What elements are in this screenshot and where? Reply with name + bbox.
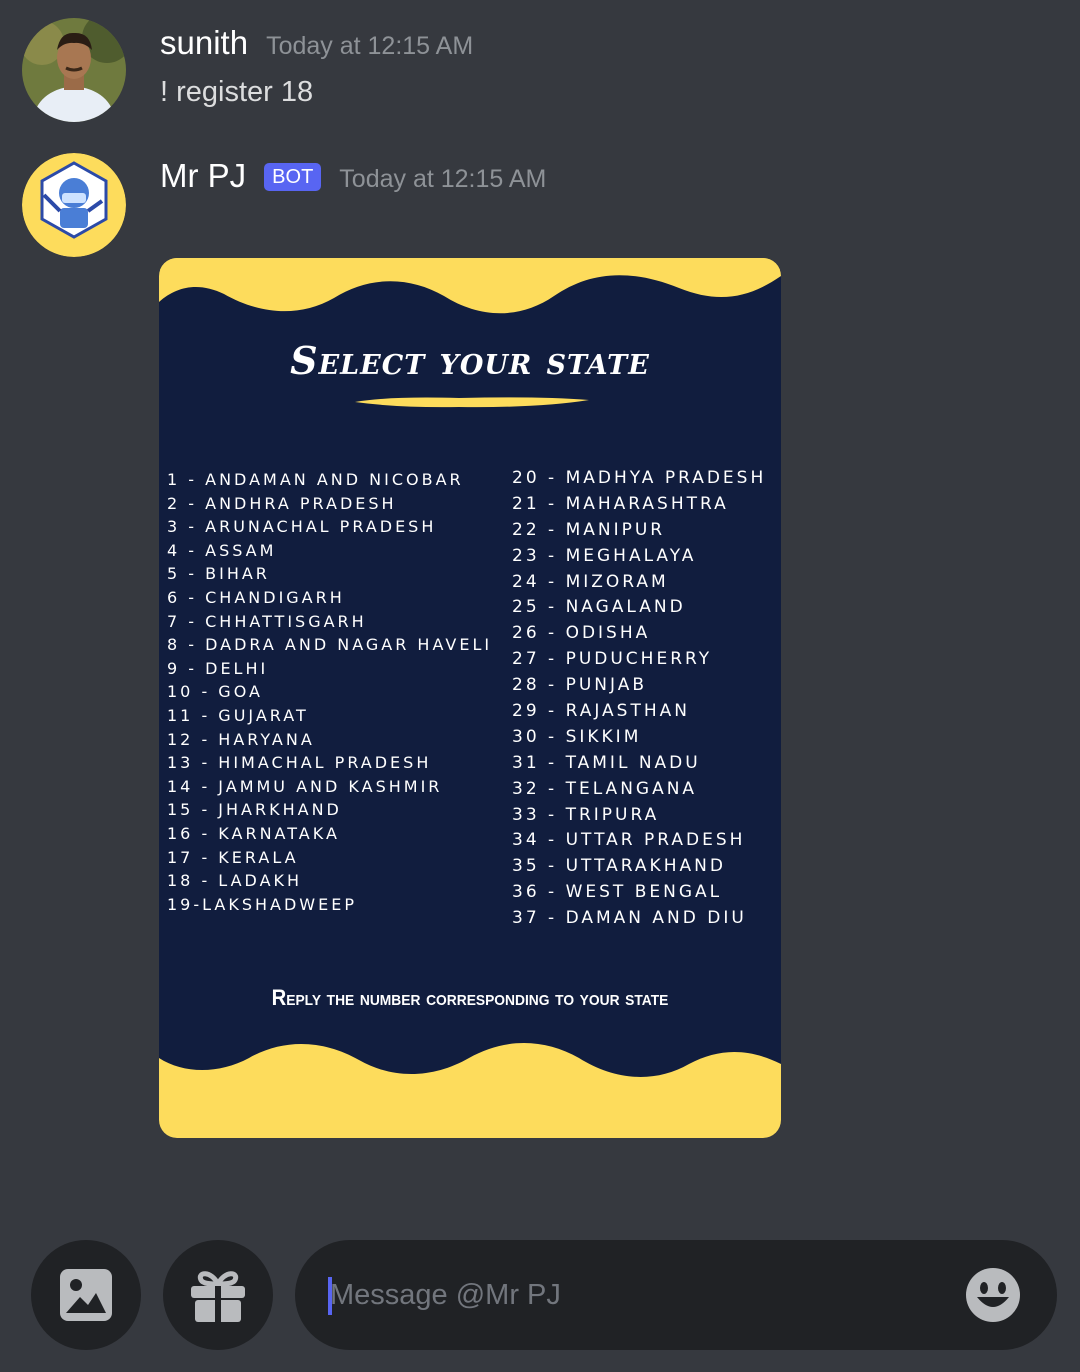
state-item: 20 - MADHYA PRADESH bbox=[512, 468, 767, 488]
state-item: 26 - ODISHA bbox=[512, 623, 651, 644]
emoji-icon[interactable] bbox=[965, 1267, 1021, 1323]
state-item: 1 - ANDAMAN AND NICOBAR bbox=[167, 470, 464, 489]
state-item: 23 - MEGHALAYA bbox=[512, 545, 697, 566]
state-item: 9 - DELHI bbox=[167, 658, 269, 678]
state-item: 24 - MIZORAM bbox=[512, 571, 669, 592]
message-timestamp: Today at 12:15 AM bbox=[339, 165, 547, 193]
state-item: 28 - PUNJAB bbox=[512, 675, 647, 696]
message-composer bbox=[295, 1240, 1057, 1350]
state-item: 8 - DADRA AND NAGAR HAVELI bbox=[167, 635, 493, 655]
bot-avatar-logo bbox=[22, 153, 126, 257]
state-item: 30 - SIKKIM bbox=[512, 726, 642, 747]
state-item: 29 - RAJASTHAN bbox=[512, 701, 690, 722]
author-name[interactable]: sunith bbox=[160, 24, 248, 62]
state-item: 22 - MANIPUR bbox=[512, 519, 666, 540]
state-item: 3 - ARUNACHAL PRADESH bbox=[167, 517, 437, 537]
state-item: 21 - MAHARASHTRA bbox=[512, 493, 729, 514]
author-name[interactable]: Mr PJ bbox=[160, 157, 246, 195]
state-item: 4 - ASSAM bbox=[167, 540, 277, 560]
state-item: 35 - UTTARAKHAND bbox=[512, 856, 726, 877]
card-title: Select your state bbox=[290, 338, 650, 383]
state-item: 10 - GOA bbox=[167, 682, 263, 702]
state-item: 34 - UTTAR PRADESH bbox=[512, 830, 746, 851]
bot-badge: BOT bbox=[264, 163, 322, 191]
state-item: 25 - NAGALAND bbox=[512, 597, 686, 618]
state-item: 7 - CHHATTISGARH bbox=[167, 611, 367, 631]
state-item: 27 - PUDUCHERRY bbox=[512, 649, 713, 670]
state-item: 13 - HIMACHAL PRADESH bbox=[167, 753, 432, 773]
message-header: sunith Today at 12:15 AM bbox=[160, 24, 473, 62]
gift-icon bbox=[191, 1271, 245, 1322]
state-item: 31 - TAMIL NADU bbox=[512, 752, 701, 773]
state-item: 17 - KERALA bbox=[167, 847, 299, 867]
state-item: 15 - JHARKHAND bbox=[167, 800, 342, 820]
state-item: 18 - LADAKH bbox=[167, 871, 303, 891]
user-avatar-photo bbox=[22, 18, 126, 122]
card-footer-instruction: Reply the number corresponding to your s… bbox=[271, 985, 669, 1010]
message-header: Mr PJ BOT Today at 12:15 AM bbox=[160, 157, 546, 195]
attach-image-button[interactable] bbox=[31, 1240, 141, 1350]
gift-button[interactable] bbox=[163, 1240, 273, 1350]
image-icon bbox=[60, 1269, 112, 1321]
message-text: ! register 18 bbox=[160, 76, 314, 108]
state-item: 6 - CHANDIGARH bbox=[167, 587, 345, 607]
state-item: 2 - ANDHRA PRADESH bbox=[167, 493, 397, 513]
state-item: 5 - BIHAR bbox=[167, 564, 270, 584]
message-input[interactable] bbox=[330, 1270, 890, 1320]
bot-avatar[interactable] bbox=[22, 153, 126, 257]
state-list-image[interactable]: Select your state 1 - ANDAMAN AND NICOBA… bbox=[159, 258, 781, 1138]
state-item: 16 - KARNATAKA bbox=[167, 823, 340, 843]
state-item: 19-LAKSHADWEEP bbox=[167, 894, 357, 914]
user-avatar[interactable] bbox=[22, 18, 126, 122]
state-item: 33 - TRIPURA bbox=[512, 804, 660, 825]
state-item: 32 - TELANGANA bbox=[512, 778, 698, 799]
state-item: 11 - GUJARAT bbox=[167, 705, 309, 725]
state-list-left: 1 - ANDAMAN AND NICOBAR 2 - ANDHRA PRADES… bbox=[167, 468, 492, 916]
state-list-right: 20 - MADHYA PRADESH 21 - MAHARASHTRA 22 - … bbox=[512, 466, 766, 932]
state-item: 12 - HARYANA bbox=[167, 729, 315, 749]
message-timestamp: Today at 12:15 AM bbox=[266, 32, 474, 60]
state-item: 37 - DAMAN AND DIU bbox=[512, 908, 747, 929]
state-item: 14 - JAMMU AND KASHMIR bbox=[167, 776, 443, 796]
state-item: 36 - WEST BENGAL bbox=[512, 882, 723, 903]
